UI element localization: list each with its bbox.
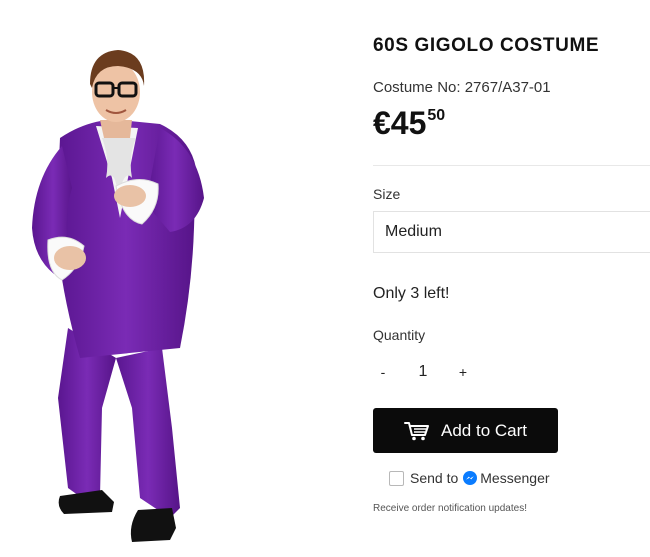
quantity-increase-button[interactable]: + <box>453 353 473 391</box>
messenger-optin: Send to Messenger <box>389 470 550 486</box>
size-select[interactable]: Medium <box>373 211 650 253</box>
send-to-label: Send to <box>410 470 459 486</box>
product-details: 60S GIGOLO COSTUME Costume No: 2767/A37-… <box>373 0 650 557</box>
notification-note: Receive order notification updates! <box>373 503 527 514</box>
cart-icon <box>404 421 430 441</box>
add-to-cart-button[interactable]: Add to Cart <box>373 408 558 453</box>
product-price: € 45 50 <box>373 104 445 142</box>
quantity-label: Quantity <box>373 327 426 343</box>
messenger-icon <box>463 471 478 485</box>
divider <box>373 165 650 166</box>
price-cents: 50 <box>427 107 446 124</box>
messenger-checkbox[interactable] <box>389 470 404 486</box>
size-selected-value: Medium <box>385 223 442 240</box>
size-label: Size <box>373 186 401 202</box>
stock-status: Only 3 left! <box>373 285 450 302</box>
product-title: 60S GIGOLO COSTUME <box>373 35 600 56</box>
quantity-input[interactable]: 1 <box>393 353 453 391</box>
quantity-stepper: - 1 + <box>373 353 473 391</box>
product-image <box>32 50 204 542</box>
price-whole: 45 <box>390 105 427 141</box>
quantity-decrease-button[interactable]: - <box>373 353 393 391</box>
price-currency: € <box>373 105 391 141</box>
add-to-cart-label: Add to Cart <box>441 420 527 440</box>
product-sku: Costume No: 2767/A37-01 <box>373 79 551 96</box>
messenger-brand-label: Messenger <box>480 470 550 486</box>
